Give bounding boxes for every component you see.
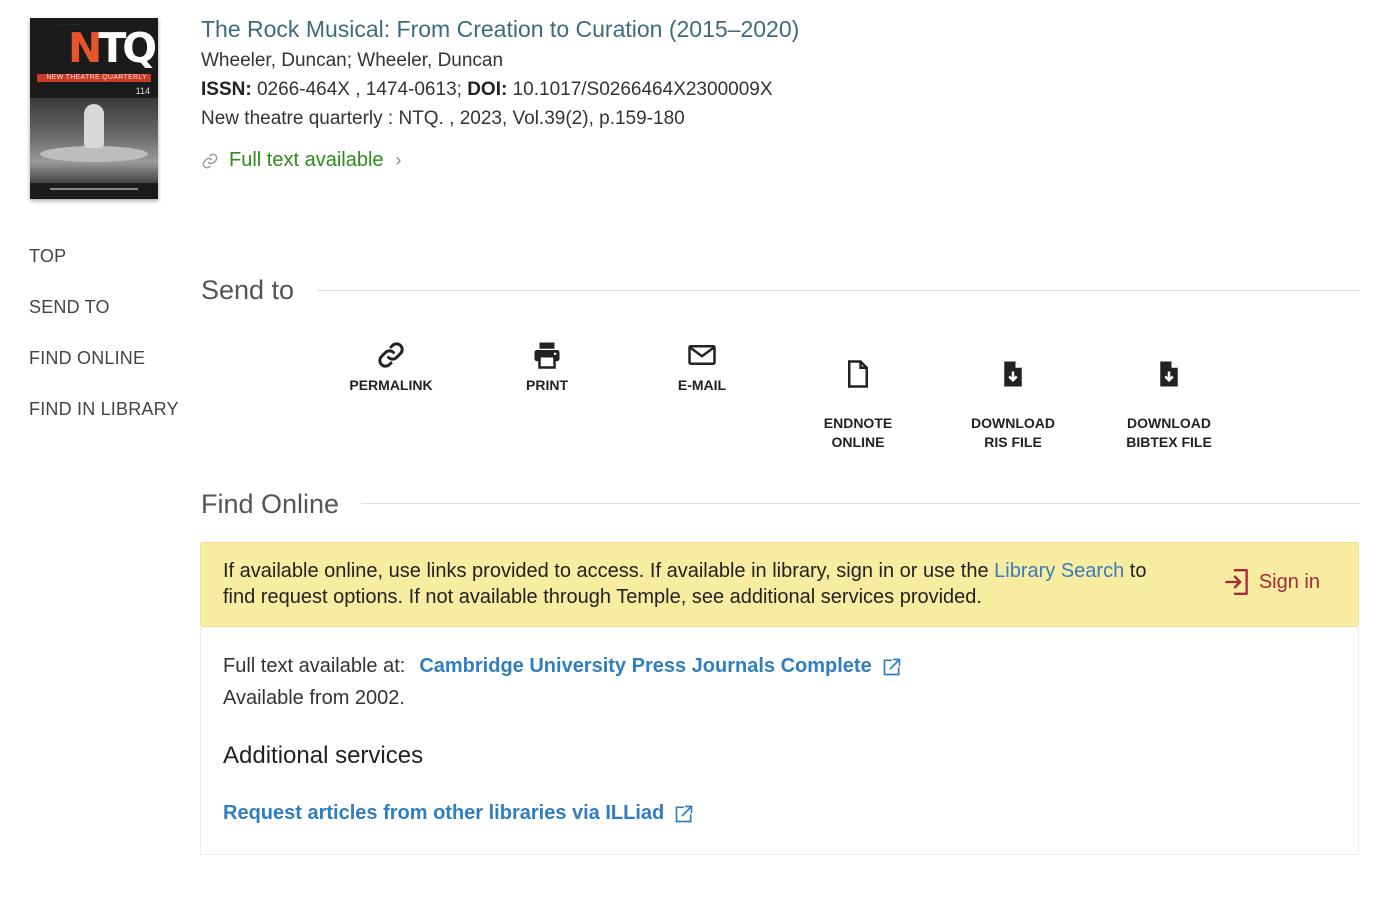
doi-label: DOI: bbox=[467, 79, 508, 100]
file-download-icon bbox=[1004, 361, 1022, 387]
find-online-divider bbox=[361, 503, 1360, 504]
illiad-request-row: Request articles from other libraries vi… bbox=[223, 802, 694, 825]
notice-text: If available online, use links provided … bbox=[223, 560, 1147, 608]
cover-strip: NEW THEATRE QUARTERLY bbox=[37, 74, 151, 82]
nav-find-in-library[interactable]: FIND IN LIBRARY bbox=[29, 399, 179, 420]
link-icon bbox=[378, 342, 404, 368]
print-button[interactable]: PRINT bbox=[487, 340, 607, 395]
endnote-online-button[interactable]: ENDNOTE ONLINE bbox=[798, 340, 918, 452]
cover-issue-number: 114 bbox=[135, 86, 150, 96]
endnote-online-label: ENDNOTE ONLINE bbox=[823, 415, 893, 450]
send-to-heading: Send to bbox=[201, 275, 295, 305]
chevron-right-icon: › bbox=[395, 150, 402, 170]
doi-value: 10.1017/S0266464X2300009X bbox=[512, 79, 773, 100]
library-search-link[interactable]: Library Search bbox=[994, 560, 1124, 582]
full-text-source-row: Full text available at: Cambridge Univer… bbox=[223, 655, 902, 678]
full-text-available-link[interactable]: Full text available › bbox=[201, 149, 402, 172]
send-to-divider bbox=[318, 290, 1360, 291]
available-from: Available from 2002. bbox=[223, 687, 405, 709]
full-text-available-label: Full text available bbox=[229, 149, 384, 171]
find-online-heading: Find Online bbox=[201, 489, 340, 519]
issn-label: ISSN: bbox=[201, 79, 252, 100]
record-identifiers: ISSN: 0266-464X , 1474-0613; DOI: 10.101… bbox=[201, 79, 773, 101]
permalink-button[interactable]: PERMALINK bbox=[331, 340, 451, 395]
envelope-icon bbox=[688, 345, 716, 365]
sign-in-label: Sign in bbox=[1258, 570, 1320, 593]
nav-send-to[interactable]: SEND TO bbox=[29, 297, 110, 318]
nav-top[interactable]: TOP bbox=[29, 246, 66, 267]
download-bibtex-button[interactable]: DOWNLOAD BIBTEX FILE bbox=[1109, 340, 1229, 452]
link-icon bbox=[202, 153, 218, 168]
download-bibtex-label: DOWNLOAD BIBTEX FILE bbox=[1126, 415, 1212, 450]
cover-logo: NTQ bbox=[68, 24, 157, 72]
journal-cover-thumbnail[interactable]: ········· NTQ NEW THEATRE QUARTERLY 114 bbox=[30, 18, 158, 199]
download-ris-label: DOWNLOAD RIS FILE bbox=[971, 415, 1055, 450]
access-notice: If available online, use links provided … bbox=[200, 542, 1359, 627]
additional-services-heading: Additional services bbox=[223, 742, 424, 769]
sign-in-icon bbox=[1224, 569, 1248, 595]
external-link-icon[interactable] bbox=[674, 804, 694, 824]
external-link-icon[interactable] bbox=[882, 657, 902, 677]
record-source: New theatre quarterly : NTQ. , 2023, Vol… bbox=[201, 108, 685, 129]
email-label: E-MAIL bbox=[677, 377, 727, 393]
illiad-request-link[interactable]: Request articles from other libraries vi… bbox=[223, 802, 664, 825]
issn-value: 0266-464X , 1474-0613; bbox=[256, 79, 462, 100]
permalink-label: PERMALINK bbox=[349, 377, 433, 393]
sign-in-button[interactable]: Sign in bbox=[1224, 567, 1320, 597]
file-download-icon bbox=[1160, 361, 1178, 387]
full-text-at-label: Full text available at: bbox=[223, 655, 406, 677]
document-icon bbox=[848, 360, 868, 388]
printer-icon bbox=[534, 342, 560, 369]
online-access-panel: Full text available at: Cambridge Univer… bbox=[200, 627, 1359, 855]
nav-find-online[interactable]: FIND ONLINE bbox=[29, 348, 145, 369]
email-button[interactable]: E-MAIL bbox=[642, 340, 762, 395]
record-title-link[interactable]: The Rock Musical: From Creation to Curat… bbox=[201, 16, 799, 43]
print-label: PRINT bbox=[526, 377, 568, 393]
download-ris-button[interactable]: DOWNLOAD RIS FILE bbox=[953, 340, 1073, 452]
record-authors: Wheeler, Duncan; Wheeler, Duncan bbox=[201, 50, 504, 71]
provider-link[interactable]: Cambridge University Press Journals Comp… bbox=[419, 655, 871, 678]
